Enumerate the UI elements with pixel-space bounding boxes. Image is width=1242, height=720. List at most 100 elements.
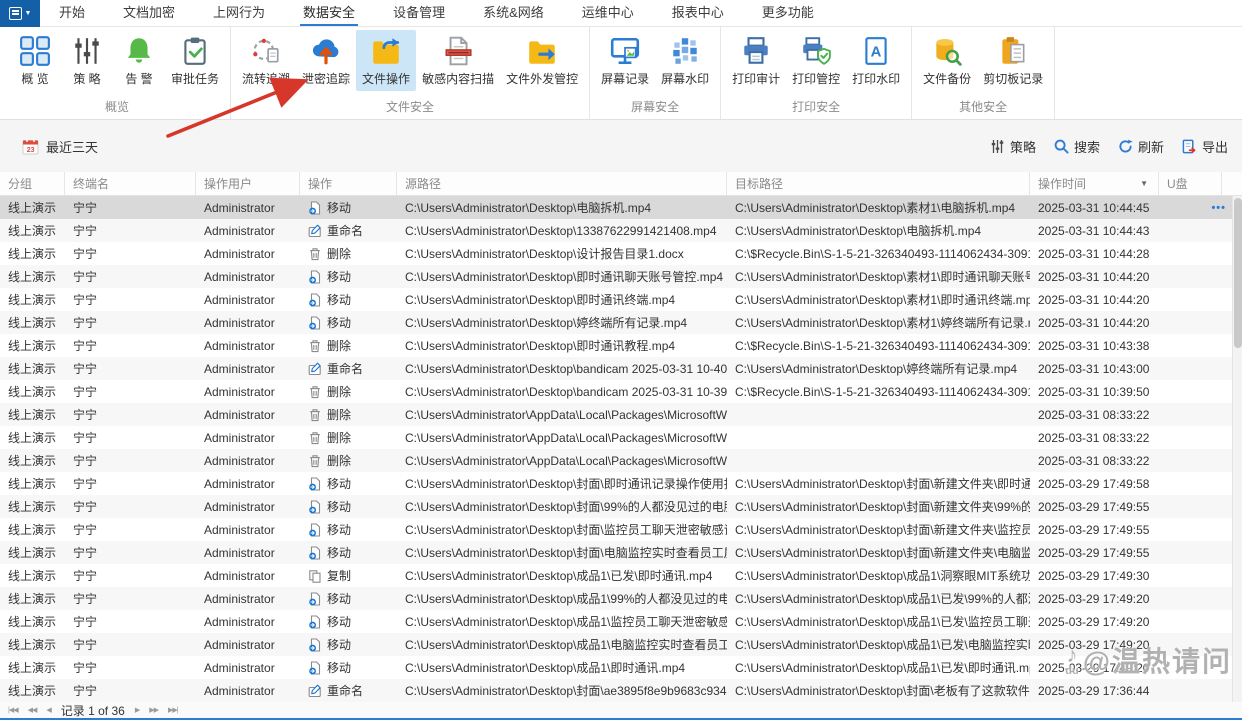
column-header-time[interactable]: 操作时间 ▼ [1030,172,1159,195]
table-row[interactable]: 线上演示宁宁Administrator移动C:\Users\Administra… [0,495,1242,518]
page-last-button[interactable]: ▶▶| [168,706,178,714]
app-menu-button[interactable]: ▼ [0,0,40,27]
table-row[interactable]: 线上演示宁宁Administrator移动C:\Users\Administra… [0,610,1242,633]
tab-doc-encryption[interactable]: 文档加密 [104,0,194,27]
ribbon-item-screen-record[interactable]: 屏幕记录 [595,30,655,91]
ribbon-group-label: 其他安全 [917,97,1049,119]
sort-caret-icon[interactable]: ▼ [1140,179,1148,188]
column-header-usb[interactable]: U盘 [1159,172,1222,195]
refresh-button[interactable]: 刷新 [1118,137,1164,156]
tab-system-network[interactable]: 系统&网络 [464,0,563,27]
ribbon-item-clipboard-record[interactable]: 剪切板记录 [977,30,1049,91]
table-row[interactable]: 线上演示宁宁Administrator重命名C:\Users\Administr… [0,679,1242,702]
column-header-terminal[interactable]: 终端名 [65,172,196,195]
op-label: 移动 [327,659,351,676]
ribbon-item-label: 剪切板记录 [983,70,1043,87]
ribbon-item-sensitive-scan[interactable]: 敏感内容扫描 [416,30,500,91]
search-button[interactable]: 搜索 [1054,137,1100,156]
cell-op: 移动 [300,265,397,288]
cell-src: C:\Users\Administrator\Desktop\即时通讯教程.mp… [397,334,727,357]
cell-group: 线上演示 [0,219,65,242]
cell-src: C:\Users\Administrator\Desktop\成品1\电脑监控实… [397,633,727,656]
date-range-filter[interactable]: 23 最近三天 [22,137,98,156]
cell-user: Administrator [196,403,300,426]
table-row[interactable]: 线上演示宁宁Administrator移动C:\Users\Administra… [0,288,1242,311]
table-row[interactable]: 线上演示宁宁Administrator移动C:\Users\Administra… [0,518,1242,541]
tab-ops-center[interactable]: 运维中心 [563,0,653,27]
cell-dst: C:\Users\Administrator\Desktop\封面\新建文件夹\… [727,472,1030,495]
move-icon [308,270,322,284]
cell-group: 线上演示 [0,518,65,541]
cell-usb [1159,265,1222,288]
table-row[interactable]: 线上演示宁宁Administrator删除C:\Users\Administra… [0,242,1242,265]
table-row[interactable]: 线上演示宁宁Administrator删除C:\Users\Administra… [0,449,1242,472]
ribbon-item-print-audit[interactable]: 打印审计 [726,30,786,91]
page-fast-next-button[interactable]: ▶▶ [149,706,158,714]
ribbon-item-overview[interactable]: 概 览 [9,30,61,91]
ribbon-group-other-security: 文件备份 剪切板记录 其他安全 [912,27,1055,119]
cell-group: 线上演示 [0,311,65,334]
ribbon-item-alert[interactable]: 告 警 [113,30,165,91]
cell-dst: C:\Users\Administrator\Desktop\成品1\已发\监控… [727,610,1030,633]
table-row[interactable]: 线上演示宁宁Administrator删除C:\Users\Administra… [0,380,1242,403]
cell-group: 线上演示 [0,265,65,288]
ribbon-item-leak-track[interactable]: 泄密追踪 [296,30,356,91]
cell-user: Administrator [196,518,300,541]
column-header-src[interactable]: 源路径 [397,172,727,195]
tab-home[interactable]: 开始 [40,0,104,27]
column-header-op[interactable]: 操作 [300,172,397,195]
table-row[interactable]: 线上演示宁宁Administrator删除C:\Users\Administra… [0,403,1242,426]
ribbon-item-policy[interactable]: 策 略 [61,30,113,91]
ribbon-item-flow-trace[interactable]: 流转追溯 [236,30,296,91]
ribbon-item-print-control[interactable]: 打印管控 [786,30,846,91]
tab-more-features[interactable]: 更多功能 [743,0,833,27]
export-button[interactable]: 导出 [1182,137,1228,156]
table-row[interactable]: 线上演示宁宁Administrator删除C:\Users\Administra… [0,334,1242,357]
ribbon-item-print-watermark[interactable]: A 打印水印 [846,30,906,91]
cell-time: 2025-03-29 17:49:55 [1030,541,1159,564]
page-fast-prev-button[interactable]: ◀◀ [28,706,37,714]
tab-device-management[interactable]: 设备管理 [374,0,464,27]
table-row[interactable]: 线上演示宁宁Administrator重命名C:\Users\Administr… [0,357,1242,380]
row-actions-button[interactable]: ••• [1211,196,1226,219]
column-header-group[interactable]: 分组 [0,172,65,195]
ribbon-item-file-backup[interactable]: 文件备份 [917,30,977,91]
table-row[interactable]: 线上演示宁宁Administrator移动C:\Users\Administra… [0,656,1242,679]
column-header-dst[interactable]: 目标路径 [727,172,1030,195]
vertical-scrollbar[interactable] [1232,196,1242,702]
table-row[interactable]: 线上演示宁宁Administrator移动C:\Users\Administra… [0,587,1242,610]
table-row[interactable]: 线上演示宁宁Administrator删除C:\Users\Administra… [0,426,1242,449]
scrollbar-thumb[interactable] [1234,198,1242,348]
cell-dst: C:\Users\Administrator\Desktop\素材1\婷终端所有… [727,311,1030,334]
column-header-user[interactable]: 操作用户 [196,172,300,195]
table-row[interactable]: 线上演示宁宁Administrator移动C:\Users\Administra… [0,311,1242,334]
page-prev-button[interactable]: ◀ [46,706,50,714]
cell-group: 线上演示 [0,633,65,656]
table-row[interactable]: 线上演示宁宁Administrator复制C:\Users\Administra… [0,564,1242,587]
move-icon [308,477,322,491]
ribbon-item-label: 审批任务 [171,70,219,87]
table-row[interactable]: 线上演示宁宁Administrator重命名C:\Users\Administr… [0,219,1242,242]
page-first-button[interactable]: |◀◀ [8,706,18,714]
ribbon-item-screen-watermark[interactable]: 屏幕水印 [655,30,715,91]
tab-web-behavior[interactable]: 上网行为 [194,0,284,27]
ribbon-group-label: 概览 [9,97,225,119]
table-row[interactable]: 线上演示宁宁Administrator移动C:\Users\Administra… [0,265,1242,288]
op-label: 删除 [327,406,351,423]
page-next-button[interactable]: ▶ [135,706,139,714]
cell-terminal: 宁宁 [65,334,196,357]
ribbon-item-approval-tasks[interactable]: 审批任务 [165,30,225,91]
table-row[interactable]: 线上演示宁宁Administrator移动C:\Users\Administra… [0,196,1242,219]
tab-report-center[interactable]: 报表中心 [653,0,743,27]
cell-terminal: 宁宁 [65,472,196,495]
cell-time: 2025-03-31 10:44:43 [1030,219,1159,242]
ribbon-item-file-operation[interactable]: 文件操作 [356,30,416,91]
policy-button[interactable]: 策略 [990,137,1036,156]
cell-src: C:\Users\Administrator\Desktop\设计报告目录1.d… [397,242,727,265]
ribbon-item-file-outgoing-control[interactable]: 文件外发管控 [500,30,584,91]
tab-data-security[interactable]: 数据安全 [284,0,374,27]
table-row[interactable]: 线上演示宁宁Administrator移动C:\Users\Administra… [0,472,1242,495]
cell-group: 线上演示 [0,196,65,219]
table-row[interactable]: 线上演示宁宁Administrator移动C:\Users\Administra… [0,541,1242,564]
table-row[interactable]: 线上演示宁宁Administrator移动C:\Users\Administra… [0,633,1242,656]
